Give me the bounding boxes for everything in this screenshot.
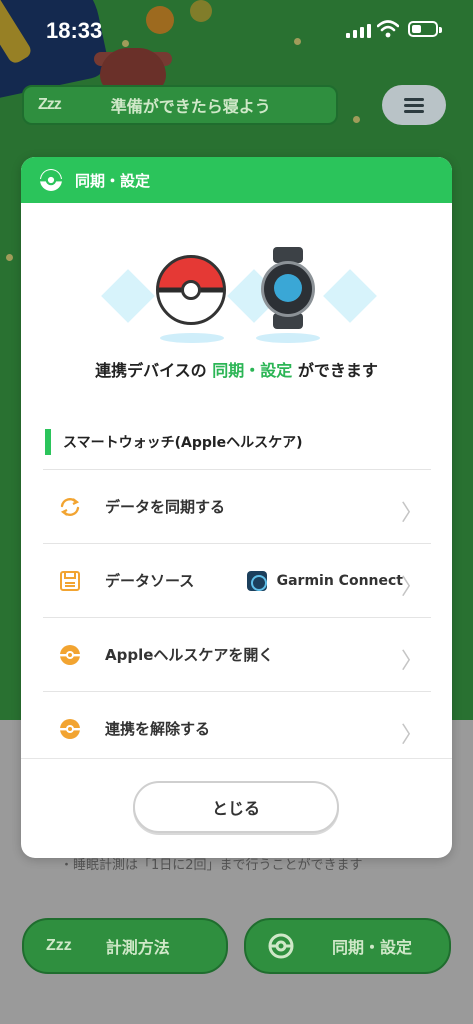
pokeball-icon bbox=[268, 933, 294, 959]
menu-button[interactable] bbox=[382, 85, 446, 125]
subtitle-highlight: 同期・設定 bbox=[212, 361, 293, 380]
section-header: スマートウォッチ(Appleヘルスケア) bbox=[45, 429, 303, 455]
device-illustration bbox=[21, 203, 452, 343]
floppy-disk-icon bbox=[57, 568, 83, 594]
dialog-footer: とじる bbox=[21, 758, 452, 858]
cellular-signal-icon bbox=[346, 24, 371, 38]
open-apple-health-label: Appleヘルスケアを開く bbox=[105, 646, 274, 664]
sync-settings-button[interactable]: 同期・設定 bbox=[244, 918, 451, 974]
unlink-label: 連携を解除する bbox=[105, 720, 211, 738]
sync-data-label: データを同期する bbox=[105, 498, 226, 516]
how-to-measure-label: 計測方法 bbox=[105, 938, 170, 957]
sync-icon bbox=[57, 494, 83, 520]
data-source-label: データソース bbox=[105, 572, 195, 590]
subtitle-text: ができます bbox=[297, 361, 378, 380]
sleep-ready-label: 準備ができたら寝よう bbox=[110, 97, 271, 116]
how-to-measure-button[interactable]: Zzz 計測方法 bbox=[22, 918, 228, 974]
zzz-icon: Zzz bbox=[46, 937, 72, 954]
diamond-decoration bbox=[101, 269, 155, 323]
dialog-header: 同期・設定 bbox=[21, 157, 452, 203]
zzz-icon: Zzz bbox=[38, 96, 62, 113]
section-accent-bar bbox=[45, 429, 51, 455]
sleep-ready-banner[interactable]: Zzz 準備ができたら寝よう bbox=[22, 85, 338, 125]
battery-icon bbox=[408, 21, 442, 37]
sync-settings-dialog: 同期・設定 連携デバイスの 同期・設定 ができます スマートウォッチ(Apple… bbox=[21, 157, 452, 858]
pokeball-icon bbox=[57, 642, 83, 668]
dialog-subtitle: 連携デバイスの 同期・設定 ができます bbox=[21, 357, 452, 381]
settings-list: データを同期する 〉 データソース Garmin Connect 〉 Apple… bbox=[43, 469, 431, 765]
diamond-decoration bbox=[323, 269, 377, 323]
wifi-icon bbox=[377, 20, 399, 38]
dialog-title: 同期・設定 bbox=[75, 171, 151, 190]
close-button[interactable]: とじる bbox=[133, 781, 339, 833]
garmin-connect-label: Garmin Connect bbox=[276, 572, 403, 589]
chevron-right-icon: 〉 bbox=[400, 649, 423, 674]
open-apple-health-row[interactable]: Appleヘルスケアを開く 〉 bbox=[43, 617, 431, 691]
garmin-connect-icon bbox=[246, 570, 267, 591]
chevron-right-icon: 〉 bbox=[400, 501, 423, 526]
sync-data-row[interactable]: データを同期する 〉 bbox=[43, 469, 431, 543]
chevron-right-icon: 〉 bbox=[400, 575, 423, 600]
section-label: スマートウォッチ(Appleヘルスケア) bbox=[63, 435, 303, 451]
subtitle-text: 連携デバイスの bbox=[95, 361, 207, 380]
status-bar: 18:33 bbox=[0, 0, 473, 60]
hamburger-icon bbox=[404, 95, 424, 116]
smartwatch-icon bbox=[261, 247, 315, 331]
sync-settings-label: 同期・設定 bbox=[332, 938, 413, 957]
status-time: 18:33 bbox=[46, 18, 103, 43]
pokemon-go-plus-icon bbox=[156, 255, 226, 325]
pokeball-icon bbox=[40, 169, 62, 191]
chevron-right-icon: 〉 bbox=[400, 723, 423, 748]
pokeball-icon bbox=[57, 716, 83, 742]
unlink-row[interactable]: 連携を解除する 〉 bbox=[43, 691, 431, 765]
data-source-value: Garmin Connect bbox=[246, 570, 403, 591]
data-source-row[interactable]: データソース Garmin Connect 〉 bbox=[43, 543, 431, 617]
